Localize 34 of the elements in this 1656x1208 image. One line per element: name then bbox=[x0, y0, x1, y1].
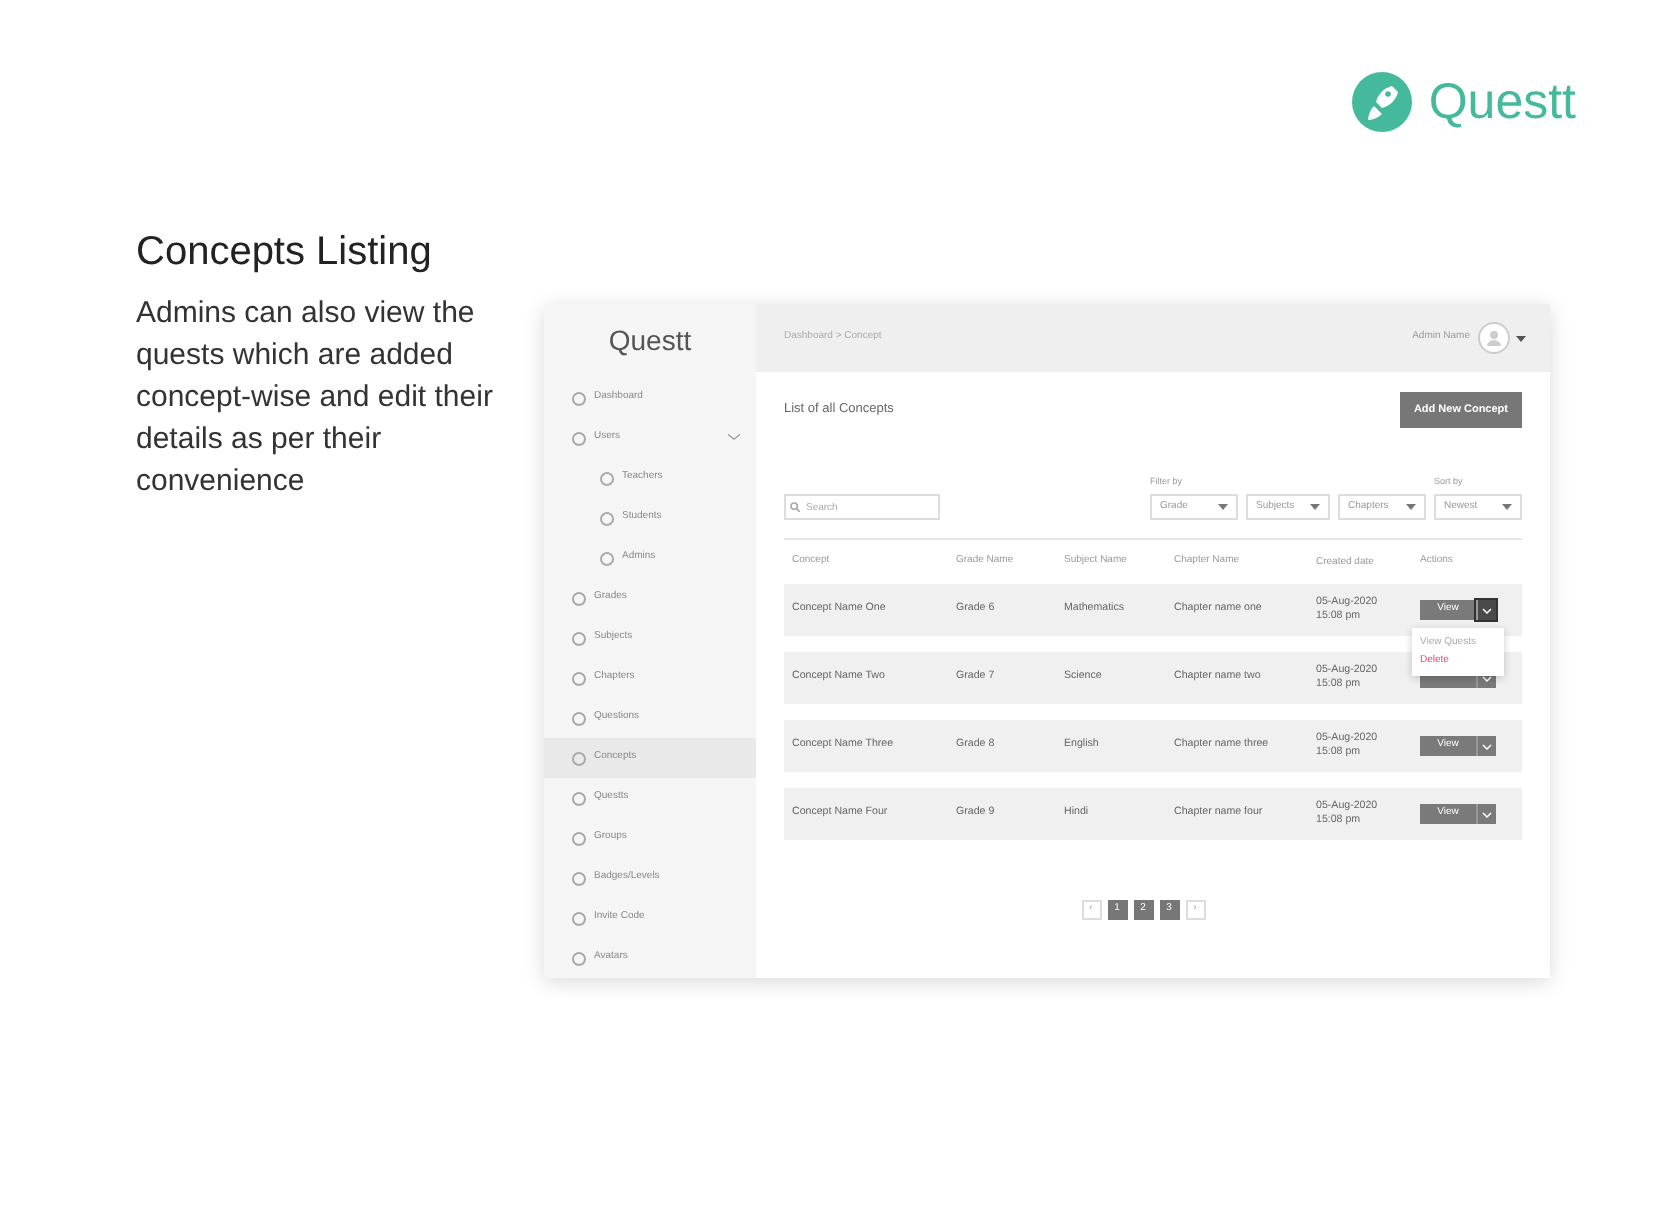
section-title: Concepts Listing bbox=[136, 228, 434, 276]
circle-icon bbox=[572, 391, 586, 405]
circle-icon bbox=[600, 471, 614, 485]
chevron-down-icon bbox=[1482, 743, 1492, 749]
circle-icon bbox=[572, 751, 586, 765]
circle-icon bbox=[572, 431, 586, 445]
circle-icon bbox=[572, 671, 586, 685]
caret-icon bbox=[1406, 504, 1416, 510]
caret-icon bbox=[1516, 335, 1526, 341]
circle-icon bbox=[572, 711, 586, 725]
avatar-icon bbox=[1478, 322, 1510, 354]
chevron-down-icon bbox=[1482, 811, 1492, 817]
caret-icon bbox=[1502, 504, 1512, 510]
dropdown-toggle-button[interactable] bbox=[1476, 600, 1496, 620]
chevron-down-icon bbox=[1482, 607, 1492, 613]
circle-icon bbox=[600, 511, 614, 525]
caret-icon bbox=[1310, 504, 1320, 510]
chevron-icon bbox=[728, 434, 740, 442]
circle-icon bbox=[572, 911, 586, 925]
logo-text: Questt bbox=[1428, 72, 1576, 132]
circle-icon bbox=[572, 951, 586, 965]
dropdown-toggle-button[interactable] bbox=[1476, 736, 1496, 756]
rocket-logo-icon bbox=[1352, 72, 1413, 132]
circle-icon bbox=[572, 791, 586, 805]
circle-icon bbox=[572, 871, 586, 885]
circle-icon bbox=[572, 831, 586, 845]
app-logo-text: Questt bbox=[606, 322, 694, 360]
circle-icon bbox=[600, 551, 614, 565]
dropdown-toggle-button[interactable] bbox=[1476, 804, 1496, 824]
circle-icon bbox=[572, 631, 586, 645]
search-icon bbox=[790, 502, 800, 512]
caret-icon bbox=[1218, 504, 1228, 510]
circle-icon bbox=[572, 591, 586, 605]
description-text: Admins can also view the quests which are added concept-wise and edit their details as per their convenience bbox=[136, 294, 495, 502]
